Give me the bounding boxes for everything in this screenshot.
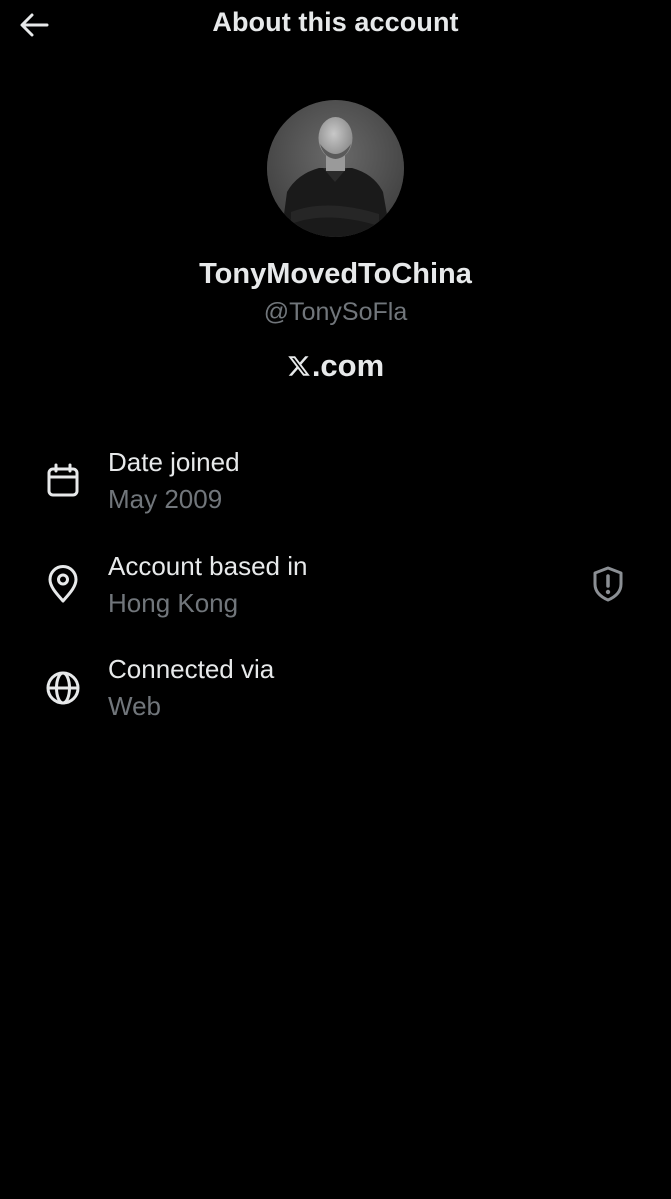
location-pin-icon	[43, 564, 83, 604]
brand-suffix: .com	[311, 348, 385, 383]
info-label: Date joined	[108, 447, 240, 477]
platform-brand: .com	[0, 348, 671, 384]
header-bar: About this account	[0, 0, 671, 50]
info-row-connected-via: Connected via Web	[0, 652, 671, 732]
info-row-date-joined: Date joined May 2009	[0, 445, 671, 525]
display-name: TonyMovedToChina	[199, 258, 472, 290]
page-title: About this account	[212, 7, 459, 37]
user-handle: @TonySoFla	[263, 298, 408, 326]
shield-alert-icon[interactable]	[588, 564, 628, 604]
info-label: Account based in	[108, 551, 308, 581]
info-value: Hong Kong	[108, 588, 239, 618]
globe-icon	[43, 668, 83, 708]
calendar-icon	[43, 461, 83, 501]
info-row-account-location: Account based in Hong Kong	[0, 549, 671, 629]
info-value: Web	[108, 691, 161, 721]
info-value: May 2009	[108, 484, 223, 514]
avatar	[267, 100, 404, 237]
info-label: Connected via	[108, 654, 275, 684]
x-logo-icon	[287, 354, 311, 378]
